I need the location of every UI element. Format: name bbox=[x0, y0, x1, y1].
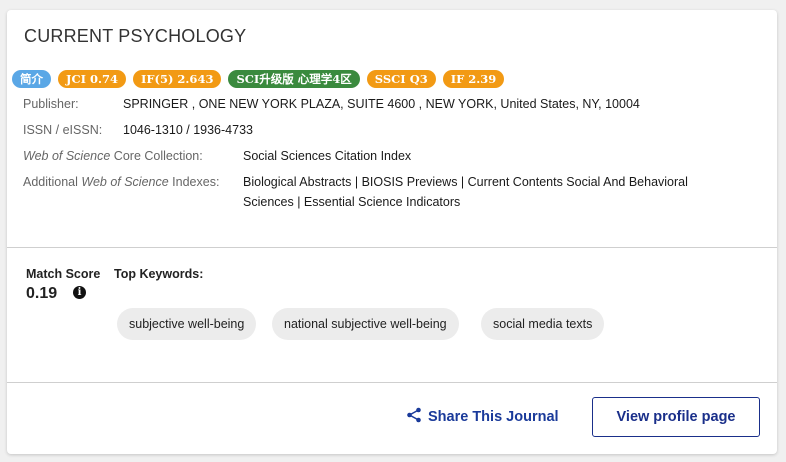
issn-label: ISSN / eISSN: bbox=[23, 123, 103, 137]
badge-ssci: SSCI Q3 bbox=[366, 70, 436, 88]
additional-label-pre: Additional bbox=[23, 175, 82, 189]
journal-card: CURRENT PSYCHOLOGY 简介 JCI 0.74 IF(5) 2.6… bbox=[7, 10, 777, 454]
publisher-value: SPRINGER , ONE NEW YORK PLAZA, SUITE 460… bbox=[123, 97, 640, 111]
badge-jci: JCI 0.74 bbox=[58, 70, 126, 88]
share-icon bbox=[406, 407, 422, 427]
additional-value-line1: Biological Abstracts | BIOSIS Previews |… bbox=[243, 175, 688, 189]
badge-sci-upgrade: SCI升级版 心理学4区 bbox=[228, 70, 360, 88]
badge-if: IF 2.39 bbox=[442, 70, 505, 88]
badge-intro[interactable]: 简介 bbox=[12, 70, 51, 88]
badge-row: 简介 JCI 0.74 IF(5) 2.643 SCI升级版 心理学4区 SSC… bbox=[12, 70, 505, 88]
share-journal-label: Share This Journal bbox=[428, 409, 559, 425]
divider-bottom bbox=[7, 382, 777, 383]
view-profile-button[interactable]: View profile page bbox=[592, 397, 760, 437]
additional-italic: Web of Science bbox=[81, 175, 169, 189]
keyword-chip[interactable]: subjective well-being bbox=[117, 308, 257, 340]
top-keywords-label: Top Keywords: bbox=[114, 267, 204, 281]
match-score-value: 0.19 bbox=[26, 285, 58, 302]
issn-value: 1046-1310 / 1936-4733 bbox=[123, 123, 253, 137]
journal-title: CURRENT PSYCHOLOGY bbox=[24, 26, 247, 46]
additional-label-post: Indexes: bbox=[168, 175, 220, 189]
additional-label: Additional Web of Science Indexes: bbox=[23, 175, 219, 189]
keyword-chip[interactable]: social media texts bbox=[481, 308, 605, 340]
wos-core-value: Social Sciences Citation Index bbox=[243, 149, 412, 163]
share-journal-button[interactable]: Share This Journal bbox=[406, 407, 559, 427]
info-icon[interactable]: i bbox=[73, 286, 86, 299]
wos-core-label: Web of Science Core Collection: bbox=[23, 149, 203, 163]
match-score-label: Match Score bbox=[26, 267, 101, 281]
divider-top bbox=[7, 247, 777, 248]
wos-label-rest: Core Collection: bbox=[110, 149, 203, 163]
keyword-chip[interactable]: national subjective well-being bbox=[272, 308, 459, 340]
additional-value-line2: Sciences | Essential Science Indicators bbox=[243, 195, 461, 209]
publisher-label: Publisher: bbox=[23, 97, 79, 111]
wos-italic: Web of Science bbox=[23, 149, 111, 163]
badge-if5: IF(5) 2.643 bbox=[133, 70, 222, 88]
